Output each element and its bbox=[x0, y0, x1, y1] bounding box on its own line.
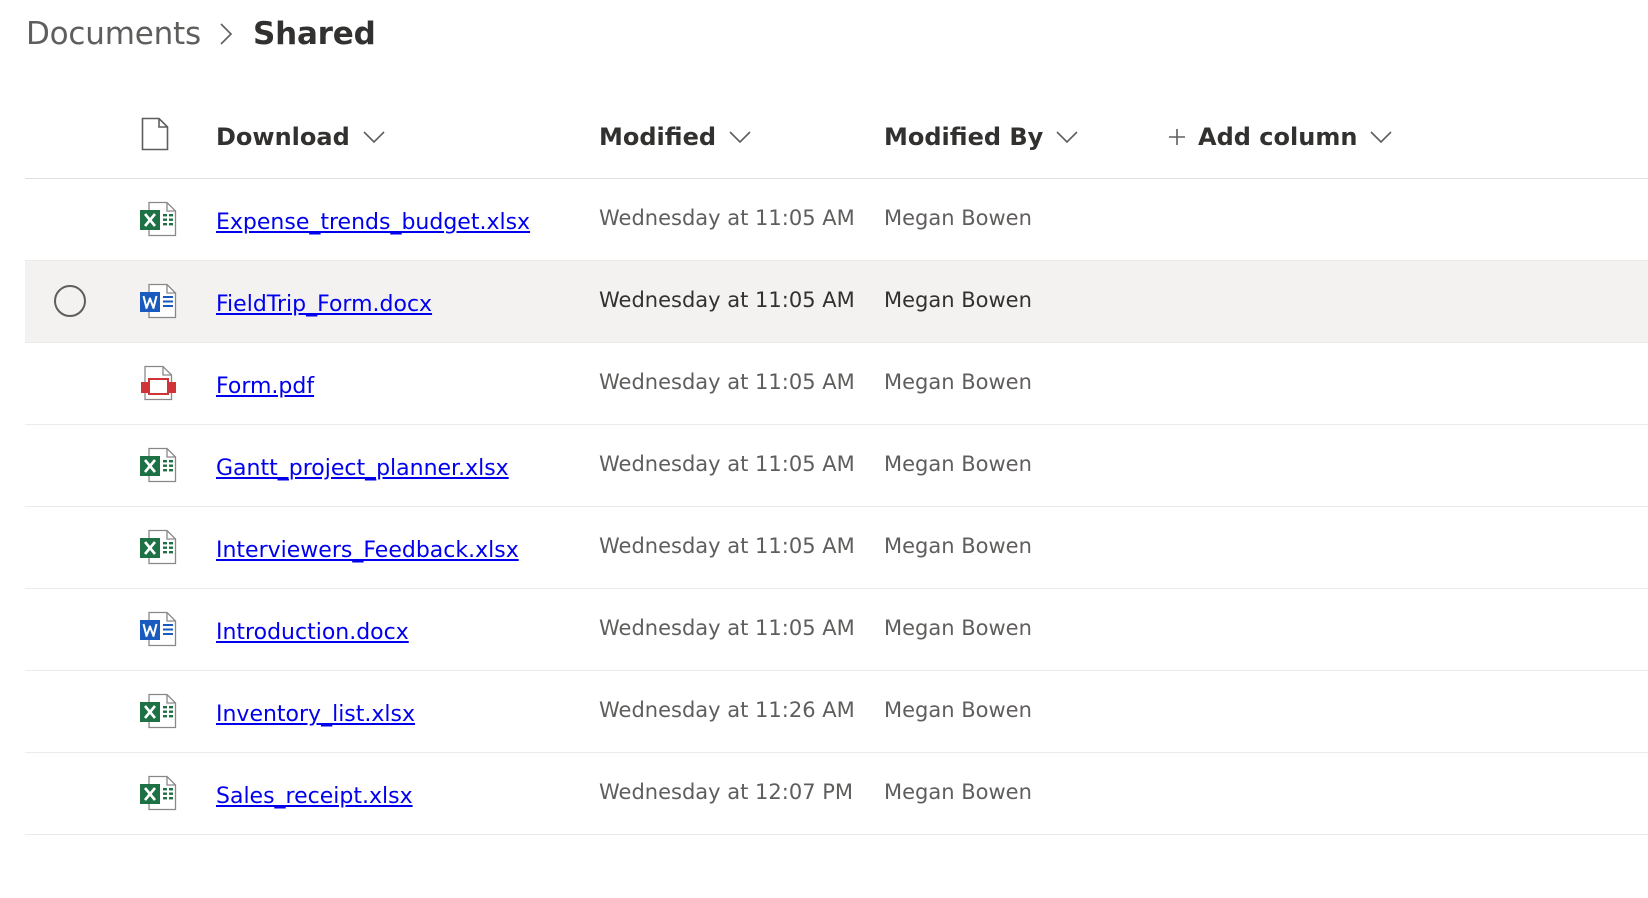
pdf-file-icon bbox=[139, 365, 177, 401]
file-row[interactable]: Gantt_project_planner.xlsx Wednesday at 1… bbox=[25, 425, 1648, 507]
column-header-modified-by[interactable]: Modified By bbox=[884, 96, 1079, 178]
file-list: Download Modified Modified By Add column… bbox=[25, 96, 1648, 835]
file-name-link[interactable]: Inventory_list.xlsx bbox=[216, 671, 415, 752]
modified-date: Wednesday at 12:07 PM bbox=[599, 779, 854, 804]
file-name-link[interactable]: Introduction.docx bbox=[216, 589, 409, 670]
modified-by: Megan Bowen bbox=[884, 615, 1032, 640]
modified-by: Megan Bowen bbox=[884, 369, 1032, 394]
document-library: Documents Shared Download Modified Modif… bbox=[0, 0, 1648, 898]
file-row[interactable]: Introduction.docx Wednesday at 11:05 AM Me… bbox=[25, 589, 1648, 671]
modified-by: Megan Bowen bbox=[884, 697, 1032, 722]
modified-date: Wednesday at 11:05 AM bbox=[599, 205, 855, 230]
file-name-link[interactable]: Expense_trends_budget.xlsx bbox=[216, 179, 530, 260]
word-file-icon bbox=[139, 611, 177, 647]
chevron-down-icon bbox=[1055, 130, 1079, 144]
file-rows: Expense_trends_budget.xlsx Wednesday at 1… bbox=[25, 179, 1648, 835]
modified-by: Megan Bowen bbox=[884, 779, 1032, 804]
chevron-down-icon bbox=[362, 130, 386, 144]
add-column-label: Add column bbox=[1198, 123, 1358, 151]
file-row[interactable]: FieldTrip_Form.docx Wednesday at 11:05 AM… bbox=[25, 261, 1648, 343]
modified-date: Wednesday at 11:05 AM bbox=[599, 451, 855, 476]
modified-date: Wednesday at 11:05 AM bbox=[599, 533, 855, 558]
file-row[interactable]: Expense_trends_budget.xlsx Wednesday at 1… bbox=[25, 179, 1648, 261]
modified-date: Wednesday at 11:26 AM bbox=[599, 697, 855, 722]
modified-by: Megan Bowen bbox=[884, 205, 1032, 230]
file-name-link[interactable]: Form.pdf bbox=[216, 343, 314, 424]
modified-date: Wednesday at 11:05 AM bbox=[599, 369, 855, 394]
excel-file-icon bbox=[139, 447, 177, 483]
excel-file-icon bbox=[139, 529, 177, 565]
chevron-down-icon bbox=[1369, 130, 1393, 144]
column-header-modified-label: Modified bbox=[599, 123, 717, 151]
add-column-button[interactable]: Add column bbox=[1168, 96, 1393, 178]
modified-by: Megan Bowen bbox=[884, 533, 1032, 558]
chevron-down-icon bbox=[728, 130, 752, 144]
excel-file-icon bbox=[139, 201, 177, 237]
modified-date: Wednesday at 11:05 AM bbox=[599, 615, 855, 640]
file-name-link[interactable]: FieldTrip_Form.docx bbox=[216, 261, 432, 342]
file-row[interactable]: Inventory_list.xlsx Wednesday at 11:26 AM… bbox=[25, 671, 1648, 753]
row-select-checkbox[interactable] bbox=[54, 285, 86, 317]
file-name-link[interactable]: Sales_receipt.xlsx bbox=[216, 753, 413, 834]
file-row[interactable]: Sales_receipt.xlsx Wednesday at 12:07 PM M… bbox=[25, 753, 1648, 835]
file-row[interactable]: Form.pdf Wednesday at 11:05 AM Megan Bowen bbox=[25, 343, 1648, 425]
modified-by: Megan Bowen bbox=[884, 451, 1032, 476]
breadcrumb-documents[interactable]: Documents bbox=[26, 16, 201, 52]
breadcrumb-shared: Shared bbox=[252, 16, 376, 52]
column-header-modified[interactable]: Modified bbox=[599, 96, 752, 178]
word-file-icon bbox=[139, 283, 177, 319]
excel-file-icon bbox=[139, 775, 177, 811]
column-header-row: Download Modified Modified By Add column bbox=[25, 96, 1648, 179]
plus-icon bbox=[1168, 128, 1186, 146]
file-name-link[interactable]: Interviewers_Feedback.xlsx bbox=[216, 507, 519, 588]
file-type-column-header[interactable] bbox=[141, 96, 169, 178]
chevron-right-icon bbox=[219, 22, 233, 46]
column-header-download-label: Download bbox=[216, 123, 350, 151]
column-header-modified-by-label: Modified By bbox=[884, 123, 1044, 151]
modified-date: Wednesday at 11:05 AM bbox=[599, 287, 855, 312]
breadcrumb: Documents Shared bbox=[26, 10, 376, 58]
modified-by: Megan Bowen bbox=[884, 287, 1032, 312]
document-icon bbox=[141, 117, 169, 157]
file-name-link[interactable]: Gantt_project_planner.xlsx bbox=[216, 425, 509, 506]
column-header-download[interactable]: Download bbox=[216, 96, 386, 178]
file-row[interactable]: Interviewers_Feedback.xlsx Wednesday at 1… bbox=[25, 507, 1648, 589]
excel-file-icon bbox=[139, 693, 177, 729]
